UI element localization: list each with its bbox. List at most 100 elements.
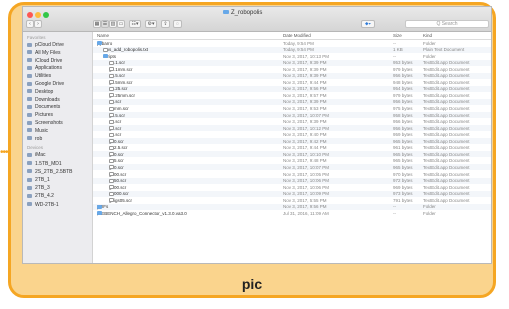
- sidebar-item-applications[interactable]: Applications: [27, 65, 62, 71]
- sidebar-item-2tb-3[interactable]: 2TB_3: [27, 185, 50, 191]
- document-icon: [109, 185, 114, 190]
- sidebar-item-rob[interactable]: rob: [27, 136, 42, 142]
- document-icon: [109, 152, 114, 157]
- column-name[interactable]: Name: [97, 33, 109, 38]
- sidebar-item-pictures[interactable]: Pictures: [27, 112, 53, 118]
- table-row[interactable]: g2.5.scr Nov 3, 2017, 10:07 PM 958 bytes Te…: [93, 112, 491, 119]
- forward-button[interactable]: ›: [34, 20, 42, 28]
- back-button[interactable]: ‹: [26, 20, 34, 28]
- table-row[interactable]: g0.1mm.scr Nov 3, 2017, 9:39 PM 979 bytes T…: [93, 66, 491, 72]
- table-row[interactable]: g50.scr Nov 3, 2017, 10:07 PM 965 bytes Tex…: [93, 164, 491, 171]
- finder-window: Z_robopolis ‹ › ▦ ☰ ▥ ▭ ☷▾ ⚙▾ ⇪ ◌ ⬥▾ Q S…: [22, 6, 492, 264]
- row-size: 969 bytes: [393, 184, 413, 190]
- table-row[interactable]: g500.scr Nov 3, 2017, 10:06 PM 969 bytes Te…: [93, 184, 491, 190]
- table-row[interactable]: g0.25mm.scr Nov 3, 2017, 9:57 PM 979 bytes…: [93, 92, 491, 98]
- sidebar-item-icloud-drive-icon: [27, 58, 32, 63]
- row-size: 975 bytes: [393, 106, 413, 111]
- share-icon[interactable]: ⇪: [161, 20, 170, 28]
- table-row[interactable]: g0.5mm.scr Nov 3, 2017, 9:44 PM 948 bytes T…: [93, 79, 491, 85]
- sidebar-item-2s-2tb-2-5btb[interactable]: 2S_2TB_2.5BTB: [27, 169, 73, 175]
- sidebar-item-label: rob: [35, 135, 43, 142]
- search-input[interactable]: Q Search: [405, 20, 489, 28]
- sidebar-item-label: Screenshots: [35, 120, 63, 126]
- sidebar-item-all-my-files-icon: [27, 50, 32, 55]
- view-icon-list[interactable]: ☰: [101, 20, 109, 28]
- table-row[interactable]: g1.scr Nov 3, 2017, 9:39 PM 956 bytes TextE…: [93, 98, 491, 105]
- sidebar-item-music[interactable]: Music: [27, 128, 48, 134]
- table-row[interactable]: g0.1.scr Nov 3, 2017, 9:39 PM 953 bytes Tex…: [93, 59, 491, 66]
- table-row[interactable]: gbigs05.scr Nov 3, 2017, 5:55 PM 791 bytes…: [93, 197, 491, 203]
- table-row[interactable]: g0.25.scr Nov 3, 2017, 9:56 PM 954 bytes Te…: [93, 85, 491, 92]
- column-size[interactable]: Size: [393, 33, 402, 38]
- view-icon-columns[interactable]: ▥: [109, 20, 117, 28]
- sidebar-item-label: 2TB_4.2: [35, 193, 54, 200]
- view-icon-gallery[interactable]: ▭: [117, 20, 125, 28]
- table-row[interactable]: g2.scr Nov 3, 2017, 9:39 PM 956 bytes TextE…: [93, 119, 491, 125]
- table-row[interactable]: sms_add_robopolis.txt Today, 9:54 PM 1 KB P…: [93, 46, 491, 53]
- row-date: Nov 3, 2017, 9:53 PM: [283, 106, 327, 111]
- table-row[interactable]: g1000.scr Nov 3, 2017, 10:09 PM 973 bytes T…: [93, 190, 491, 197]
- row-name-cell: g250.scr: [109, 178, 126, 183]
- zoom-button[interactable]: [43, 12, 49, 18]
- sidebar-item-label: Music: [35, 127, 49, 134]
- table-row[interactable]: ▶WEBENCH_Allegro_Connector_v1.3.0.va3.0 J…: [93, 210, 491, 216]
- sidebar-item-pcloud-drive[interactable]: pCloud Drive: [27, 42, 64, 48]
- tag-icon[interactable]: ◌: [173, 20, 182, 28]
- table-row[interactable]: g250.scr Nov 3, 2017, 10:06 PM 972 bytes Te…: [93, 177, 491, 184]
- row-date: Nov 3, 2017, 9:57 PM: [283, 92, 327, 98]
- table-row[interactable]: g100.scr Nov 3, 2017, 10:05 PM 970 bytes Te…: [93, 171, 491, 177]
- table-row[interactable]: g25.scr Nov 3, 2017, 9:48 PM 965 bytes Text…: [93, 158, 491, 164]
- sidebar-item-screenshots[interactable]: Screenshots: [27, 120, 63, 126]
- sidebar-item-label: Documents: [35, 104, 61, 111]
- table-row[interactable]: g0.5.scr Nov 3, 2017, 9:39 PM 956 bytes Tex…: [93, 72, 491, 79]
- sidebar-item-desktop[interactable]: Desktop: [27, 89, 53, 95]
- table-row[interactable]: g12.5.scr Nov 3, 2017, 9:44 PM 961 bytes Te…: [93, 145, 491, 151]
- action-icon[interactable]: ⚙▾: [145, 20, 157, 28]
- document-icon: [109, 80, 114, 85]
- document-icon: [109, 139, 114, 144]
- row-date: Nov 3, 2017, 5:55 PM: [283, 197, 327, 203]
- sidebar-item-google-drive[interactable]: Google Drive: [27, 81, 64, 87]
- row-name-cell: g5.scr: [109, 132, 121, 137]
- document-icon: [109, 191, 114, 196]
- sidebar-item-utilities[interactable]: Utilities: [27, 73, 51, 79]
- table-row[interactable]: g4.scr Nov 3, 2017, 10:12 PM 956 bytes Text…: [93, 125, 491, 132]
- table-row[interactable]: ▶PDFs Nov 3, 2017, 9:56 PM -- Folder: [93, 203, 491, 210]
- sidebar-item-1-5tb-md1[interactable]: 1.5TB_MD1: [27, 161, 62, 167]
- column-kind[interactable]: Kind: [423, 33, 432, 38]
- sidebar-item-icloud-drive[interactable]: iCloud Drive: [27, 58, 62, 64]
- minimize-button[interactable]: [35, 12, 41, 18]
- row-date: Nov 3, 2017, 10:06 PM: [283, 184, 330, 190]
- view-icon-grid[interactable]: ▦: [93, 20, 101, 28]
- row-kind: TextEdit.app Document: [423, 66, 470, 72]
- document-icon: [109, 93, 114, 98]
- sidebar-item-google-drive-icon: [27, 81, 32, 86]
- dropbox-icon[interactable]: ⬥▾: [361, 20, 375, 28]
- table-row[interactable]: g1mm.scr Nov 3, 2017, 9:53 PM 975 bytes Tex…: [93, 106, 491, 112]
- table-row[interactable]: ▼scripts Nov 3, 2017, 10:13 PM -- Folder: [93, 53, 491, 59]
- sidebar-item-documents[interactable]: Documents: [27, 104, 60, 110]
- table-row[interactable]: ▼pybarro Today, 9:54 PM -- Folder: [93, 40, 491, 46]
- row-name-cell: g0.25.scr: [109, 86, 128, 91]
- sidebar-item-2tb-4-2[interactable]: 2TB_4.2: [27, 193, 54, 199]
- sidebar-item-label: Google Drive: [35, 81, 65, 87]
- sidebar-item-wd-2tb-1[interactable]: WD-2TB-1: [27, 202, 59, 208]
- sidebar-item-all-my-files[interactable]: All My Files: [27, 50, 61, 56]
- row-size: --: [393, 40, 396, 46]
- table-row[interactable]: g20.scr Nov 3, 2017, 10:10 PM 965 bytes Tex…: [93, 151, 491, 158]
- group-icon[interactable]: ☷▾: [129, 20, 141, 28]
- row-size: 1 KB: [393, 47, 403, 53]
- sidebar-item-label: Utilities: [35, 73, 52, 80]
- column-date[interactable]: Date Modified: [283, 33, 311, 38]
- row-size: 972 bytes: [393, 178, 413, 184]
- close-button[interactable]: [27, 12, 33, 18]
- table-row[interactable]: g5.scr Nov 3, 2017, 9:40 PM 959 bytes TextE…: [93, 132, 491, 138]
- sidebar-item-2tb-1[interactable]: 2TB_1: [27, 177, 50, 183]
- sidebar-item-downloads[interactable]: Downloads: [27, 97, 60, 103]
- sidebar-item-label: iMac: [35, 152, 46, 159]
- document-icon: [109, 172, 114, 176]
- table-row[interactable]: g10.scr Nov 3, 2017, 9:42 PM 965 bytes Text…: [93, 138, 491, 145]
- sidebar-item-imac[interactable]: iMac: [27, 152, 46, 158]
- sidebar-item-label: iCloud Drive: [35, 57, 63, 64]
- row-date: Nov 3, 2017, 9:48 PM: [283, 158, 327, 164]
